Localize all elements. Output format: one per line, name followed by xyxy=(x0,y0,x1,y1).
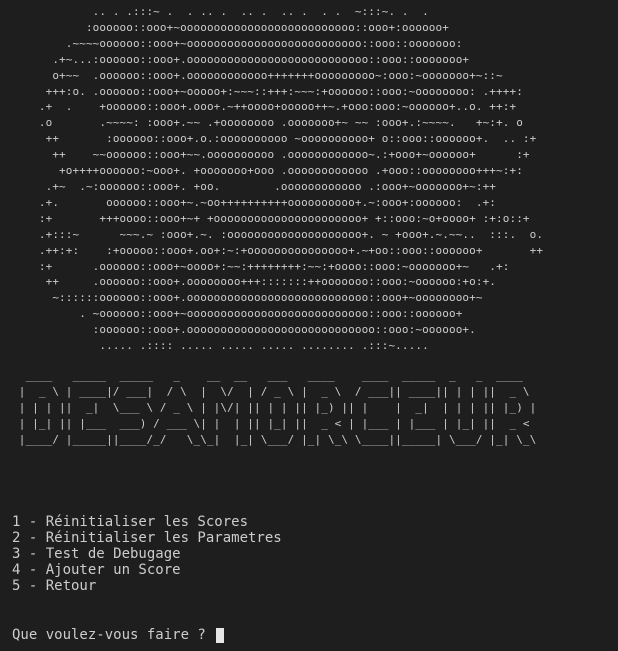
options-menu: 1 - Réinitialiser les Scores 2 - Réiniti… xyxy=(12,514,282,594)
menu-item-back: 5 - Retour xyxy=(12,578,97,594)
menu-item-reset-scores: 1 - Réinitialiser les Scores xyxy=(12,514,249,530)
ascii-banner-desamorceur: ____ _____ _____ _ __ __ ___ ____ ____ _… xyxy=(18,369,537,446)
prompt-text: Que voulez-vous faire ? xyxy=(12,627,215,643)
menu-item-debug-test: 3 - Test de Debugage xyxy=(12,546,181,562)
ascii-art-bomb-logo: .. . .:::~ . . .. . .. . .. . . . ~:::~.… xyxy=(38,5,544,353)
text-cursor[interactable] xyxy=(216,627,225,643)
menu-item-reset-parameters: 2 - Réinitialiser les Parametres xyxy=(12,530,282,546)
menu-item-add-score: 4 - Ajouter un Score xyxy=(12,562,181,578)
input-prompt[interactable]: Que voulez-vous faire ? xyxy=(12,627,225,643)
